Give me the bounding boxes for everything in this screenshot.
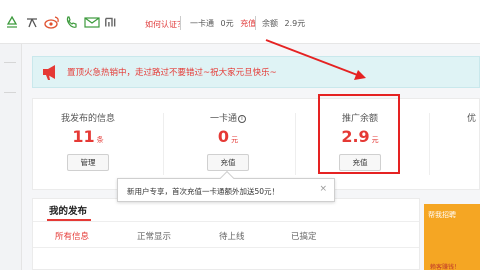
my-posts-panel: 我的发布 所有信息 正常显示 待上线 已搞定 <box>32 198 420 270</box>
stat-label: 一卡通 i <box>173 111 283 124</box>
manage-button[interactable]: 管理 <box>67 154 109 171</box>
top-bar: 如何认证？ 一卡通 0元 充值 余额 2.9元 <box>0 0 480 44</box>
stats-card: 我发布的信息 11 条 管理 一卡通 i 0元 充值 推广余额 2.9 元 充值 优 <box>32 98 480 190</box>
verify-link[interactable]: 如何认证？ <box>145 19 185 30</box>
stat-partial: 优 <box>433 99 480 191</box>
divider <box>255 16 256 30</box>
social-icons <box>4 14 120 30</box>
left-sidebar <box>0 44 22 270</box>
balance-label: 余额 <box>262 19 278 28</box>
tab-all[interactable]: 所有信息 <box>55 230 89 242</box>
divider <box>33 247 419 248</box>
xiaomi-icon[interactable] <box>104 14 120 30</box>
card-recharge-button[interactable]: 充值 <box>207 154 249 171</box>
divider <box>33 221 419 222</box>
text-icon[interactable] <box>24 14 40 30</box>
tab-done[interactable]: 已搞定 <box>291 230 317 242</box>
promo-subtitle: 赖客赚钱！ <box>430 264 461 270</box>
stat-value: 0元 <box>217 127 239 146</box>
tab-normal[interactable]: 正常显示 <box>137 230 171 242</box>
tab-pending[interactable]: 待上线 <box>219 230 245 242</box>
promo-banner[interactable]: 帮我招聘 赖客赚钱！ <box>424 204 480 270</box>
notice-text: 置顶火急热销中，走过路过不要错过~祝大家元旦快乐~ <box>67 68 277 78</box>
recycle-icon[interactable] <box>4 14 20 30</box>
divider <box>180 16 181 30</box>
divider <box>4 92 16 93</box>
new-user-tooltip: 新用户专享，首次充值一卡通额外加送50元！ × <box>117 170 335 202</box>
close-icon[interactable]: × <box>319 184 327 194</box>
divider <box>295 113 296 175</box>
balance-value: 2.9元 <box>284 19 306 28</box>
card-value: 0元 <box>220 19 234 28</box>
megaphone-icon <box>41 62 61 82</box>
divider <box>163 113 164 175</box>
highlight-box <box>318 94 400 174</box>
weibo-icon[interactable] <box>44 14 60 30</box>
tooltip-text: 新用户专享，首次充值一卡通额外加送50元！ <box>127 187 280 196</box>
phone-icon[interactable] <box>64 14 80 30</box>
notice-banner[interactable]: 置顶火急热销中，走过路过不要错过~祝大家元旦快乐~ <box>32 56 480 88</box>
card-summary: 一卡通 0元 充值 <box>190 18 256 29</box>
stat-label: 我发布的信息 <box>60 114 115 124</box>
card-label: 一卡通 <box>190 19 214 28</box>
mail-icon[interactable] <box>84 14 100 30</box>
balance-summary: 余额 2.9元 <box>262 18 305 29</box>
stat-label: 优 <box>467 114 477 124</box>
section-title: 我的发布 <box>49 206 88 217</box>
stat-value: 11 条 <box>72 127 104 146</box>
divider <box>4 62 16 63</box>
topbar-recharge-link[interactable]: 充值 <box>240 19 256 28</box>
promo-title: 帮我招聘 <box>428 211 456 219</box>
info-icon[interactable]: i <box>238 115 246 123</box>
divider <box>429 113 430 175</box>
post-tabs: 所有信息 正常显示 待上线 已搞定 <box>33 227 419 245</box>
